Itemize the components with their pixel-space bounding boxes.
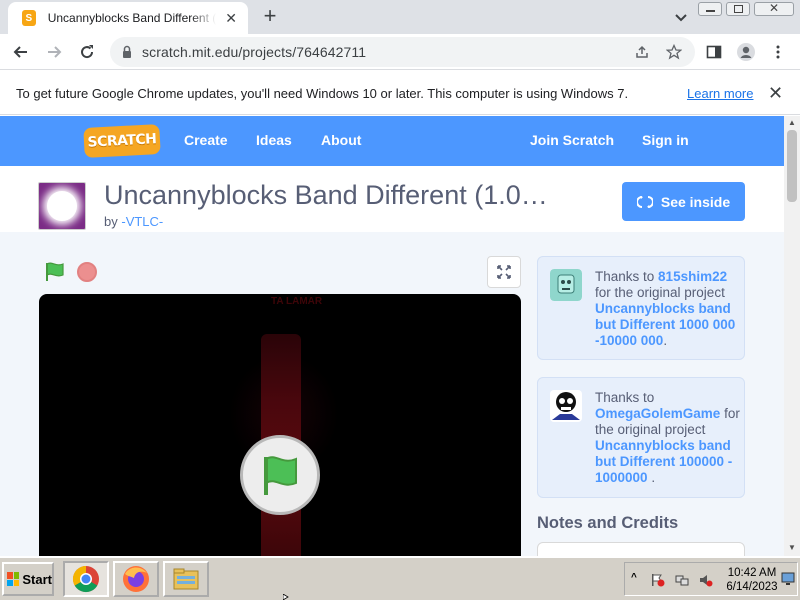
windows-logo-icon bbox=[7, 572, 20, 586]
credit-mid-1: for the original project bbox=[595, 285, 725, 300]
browser-toolbar: scratch.mit.edu/projects/764642711 bbox=[0, 34, 800, 70]
show-desktop-icon[interactable] bbox=[781, 571, 795, 587]
windows-taskbar: Start ^ 10:42 AM 6/14/2023 bbox=[0, 556, 800, 600]
credit-thanks-2: Thanks to bbox=[595, 390, 655, 405]
tab-search-chevron-icon[interactable] bbox=[672, 8, 690, 26]
notes-and-credits-heading: Notes and Credits bbox=[537, 514, 679, 532]
back-arrow-icon[interactable] bbox=[11, 42, 31, 62]
minimize-button[interactable] bbox=[698, 2, 722, 16]
join-scratch-link[interactable]: Join Scratch bbox=[530, 132, 614, 148]
credit-user-avatar-2[interactable] bbox=[550, 390, 582, 422]
network-icon[interactable] bbox=[675, 573, 689, 587]
scratch-logo[interactable]: SCRATCH bbox=[83, 124, 161, 158]
learn-more-link[interactable]: Learn more bbox=[687, 86, 753, 101]
start-overlay-button[interactable] bbox=[240, 435, 320, 515]
share-icon[interactable] bbox=[634, 44, 650, 60]
scroll-up-arrow-icon[interactable]: ▲ bbox=[787, 118, 797, 128]
firefox-icon bbox=[123, 566, 149, 592]
credit-text-2: Thanks to OmegaGolemGame for the origina… bbox=[595, 390, 741, 486]
forward-arrow-icon[interactable] bbox=[44, 42, 64, 62]
reload-icon[interactable] bbox=[77, 42, 97, 62]
green-flag-large-icon bbox=[264, 456, 297, 495]
page-scrollbar[interactable]: ▲ ▼ bbox=[784, 116, 800, 556]
lock-icon[interactable] bbox=[122, 45, 132, 59]
window-controls: ✕ bbox=[698, 1, 794, 16]
scratch-cat-icon: S bbox=[22, 10, 36, 26]
address-bar[interactable]: scratch.mit.edu/projects/764642711 bbox=[110, 37, 695, 67]
scrollbar-thumb[interactable] bbox=[787, 130, 797, 202]
by-label: by bbox=[104, 214, 118, 229]
nav-about[interactable]: About bbox=[321, 132, 361, 148]
credit-card-2: Thanks to OmegaGolemGame for the origina… bbox=[537, 377, 745, 498]
volume-muted-icon[interactable] bbox=[699, 573, 713, 587]
url-text: scratch.mit.edu/projects/764642711 bbox=[142, 44, 367, 60]
chrome-icon bbox=[72, 565, 99, 593]
remix-arrows-icon bbox=[636, 195, 653, 208]
credit-end-2: . bbox=[647, 470, 656, 485]
scroll-down-arrow-icon[interactable]: ▼ bbox=[787, 543, 797, 553]
credit-user-avatar-1[interactable] bbox=[550, 269, 582, 301]
infobar-close-icon[interactable]: ✕ bbox=[768, 83, 783, 104]
credit-thanks-1: Thanks to bbox=[595, 269, 655, 284]
taskbar-chrome-button[interactable] bbox=[63, 561, 109, 597]
kebab-menu-icon[interactable] bbox=[770, 44, 786, 60]
profile-avatar-icon[interactable] bbox=[736, 42, 756, 62]
infobar-message: To get future Google Chrome updates, you… bbox=[16, 86, 629, 101]
folder-icon bbox=[173, 568, 199, 590]
credit-project-link-2[interactable]: Uncannyblocks band but Different 100000 … bbox=[595, 438, 732, 485]
project-stage[interactable]: TA LAMAR bbox=[39, 294, 521, 556]
screen: S Uncannyblocks Band Different (1.0 000 … bbox=[0, 0, 800, 600]
mouse-cursor-icon bbox=[283, 594, 289, 600]
scratch-navbar: SCRATCH Create Ideas About Join Scratch … bbox=[0, 116, 784, 166]
avatar-blob bbox=[47, 191, 77, 221]
credit-user-link-2[interactable]: OmegaGolemGame bbox=[595, 406, 720, 421]
new-tab-button[interactable]: + bbox=[258, 5, 282, 29]
nav-ideas[interactable]: Ideas bbox=[256, 132, 292, 148]
project-title: Uncannyblocks Band Different (1.0… bbox=[104, 180, 548, 210]
tab-close-icon[interactable]: ✕ bbox=[222, 10, 240, 27]
stage-caption: TA LAMAR bbox=[271, 296, 323, 307]
start-button[interactable]: Start bbox=[2, 562, 54, 596]
author-avatar[interactable] bbox=[38, 182, 86, 230]
browser-tabstrip: S Uncannyblocks Band Different (1.0 000 … bbox=[0, 0, 800, 34]
credit-end-1: . bbox=[663, 333, 668, 348]
notes-box bbox=[537, 542, 745, 556]
tray-expand-icon[interactable]: ^ bbox=[631, 572, 637, 583]
green-flag-icon[interactable] bbox=[44, 262, 66, 282]
clock-time: 10:42 AM bbox=[727, 567, 777, 579]
tab-title: Uncannyblocks Band Different (1.0 000 -1… bbox=[47, 11, 217, 25]
browser-tab[interactable]: S Uncannyblocks Band Different (1.0 000 … bbox=[8, 2, 248, 34]
author-link[interactable]: -VTLC- bbox=[121, 214, 163, 229]
start-label: Start bbox=[22, 571, 52, 587]
taskbar-clock[interactable]: 10:42 AM 6/14/2023 bbox=[725, 566, 779, 594]
credit-text-1: Thanks to 815shim22 for the original pro… bbox=[595, 269, 741, 349]
sign-in-link[interactable]: Sign in bbox=[642, 132, 689, 148]
restore-button[interactable] bbox=[726, 2, 750, 16]
system-tray: ^ 10:42 AM 6/14/2023 bbox=[624, 562, 798, 596]
taskbar-explorer-button[interactable] bbox=[163, 561, 209, 597]
side-panel-icon[interactable] bbox=[706, 44, 722, 60]
stop-sign-icon[interactable] bbox=[77, 262, 97, 282]
credit-card-1: Thanks to 815shim22 for the original pro… bbox=[537, 256, 745, 360]
project-header: Uncannyblocks Band Different (1.0… by -V… bbox=[0, 166, 784, 232]
byline: by -VTLC- bbox=[104, 214, 163, 229]
fullscreen-button[interactable] bbox=[487, 256, 521, 288]
taskbar-firefox-button[interactable] bbox=[113, 561, 159, 597]
nav-create[interactable]: Create bbox=[184, 132, 228, 148]
bookmark-star-icon[interactable] bbox=[666, 44, 682, 60]
action-center-flag-icon[interactable] bbox=[651, 573, 665, 587]
see-inside-button[interactable]: See inside bbox=[622, 182, 745, 221]
project-page: Uncannyblocks Band Different (1.0… by -V… bbox=[0, 166, 784, 556]
close-window-button[interactable]: ✕ bbox=[754, 1, 794, 16]
fullscreen-icon bbox=[497, 265, 511, 279]
clock-date: 6/14/2023 bbox=[726, 581, 778, 593]
credit-user-link-1[interactable]: 815shim22 bbox=[658, 269, 727, 284]
update-infobar: To get future Google Chrome updates, you… bbox=[0, 70, 800, 115]
see-inside-label: See inside bbox=[660, 193, 731, 210]
